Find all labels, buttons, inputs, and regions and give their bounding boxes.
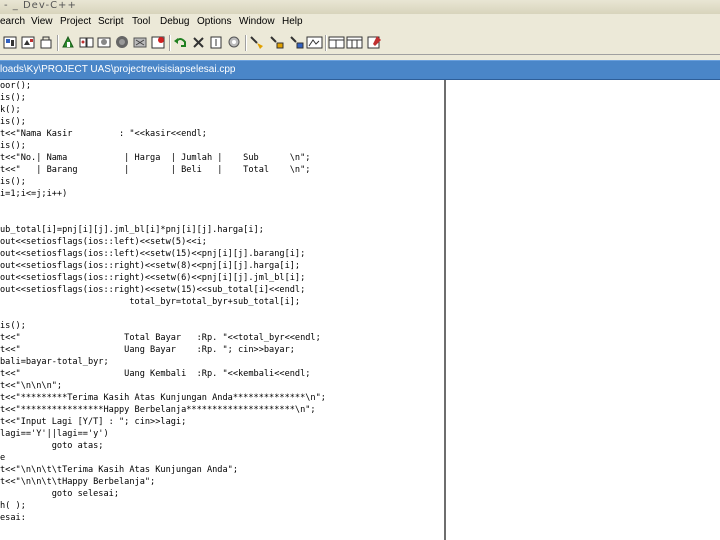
menu-search[interactable]: earch bbox=[0, 16, 25, 27]
code-line[interactable]: e bbox=[0, 452, 5, 464]
code-line[interactable]: t<<"Input Lagi [Y/T] : "; cin>>lagi; bbox=[0, 416, 186, 428]
code-line[interactable]: t<<"Nama Kasir : "<<kasir<<endl; bbox=[0, 128, 207, 140]
code-line[interactable]: t<<"*********Terima Kasih Atas Kunjungan… bbox=[0, 392, 326, 404]
menu-options[interactable]: Options bbox=[197, 16, 231, 27]
toggle-breakpoint-icon[interactable] bbox=[150, 34, 167, 51]
code-line[interactable]: ub_total[i]=pnj[i][j].jml_bl[i]*pnj[i][j… bbox=[0, 224, 264, 236]
menu-tool[interactable]: Tool bbox=[132, 16, 150, 27]
window-icon[interactable] bbox=[306, 34, 323, 51]
debug-icon[interactable] bbox=[96, 34, 113, 51]
code-editor[interactable]: oor(); is(); k(); is(); t<<"Nama Kasir : "<<… bbox=[0, 80, 444, 540]
rebuild-icon[interactable] bbox=[78, 34, 95, 51]
code-line[interactable]: is(); bbox=[0, 140, 26, 152]
code-line[interactable]: t<<" Total Bayar :Rp. "<<total_byr<<endl… bbox=[0, 332, 321, 344]
toolbar bbox=[0, 32, 720, 55]
code-line[interactable]: out<<setiosflags(ios::right)<<setw(6)<<p… bbox=[0, 272, 305, 284]
code-line[interactable]: is(); bbox=[0, 320, 26, 332]
split-view-icon[interactable] bbox=[346, 34, 363, 51]
file-path-bar: loads\Ky\PROJECT UAS\projectrevisisiapse… bbox=[0, 60, 720, 80]
code-line[interactable]: total_byr=total_byr+sub_total[i]; bbox=[0, 296, 300, 308]
step-icon[interactable] bbox=[248, 34, 265, 51]
code-line[interactable]: t<<"\n\n\t\tTerima Kasih Atas Kunjungan … bbox=[0, 464, 238, 476]
code-line[interactable]: t<<" Uang Kembali :Rp. "<<kembali<<endl; bbox=[0, 368, 310, 380]
code-line[interactable]: out<<setiosflags(ios::right)<<setw(8)<<p… bbox=[0, 260, 300, 272]
file-path: loads\Ky\PROJECT UAS\projectrevisisiapse… bbox=[0, 64, 236, 75]
stop-icon[interactable] bbox=[132, 34, 149, 51]
title-bar: - _ Dev-C++ bbox=[0, 0, 720, 14]
help-icon[interactable] bbox=[366, 34, 383, 51]
code-line[interactable]: bali=bayar-total_byr; bbox=[0, 356, 109, 368]
step-over-icon[interactable] bbox=[268, 34, 285, 51]
settings-icon[interactable] bbox=[226, 34, 243, 51]
menu-project[interactable]: Project bbox=[60, 16, 91, 27]
code-line[interactable]: i=1;i<=j;i++) bbox=[0, 188, 67, 200]
run-icon[interactable] bbox=[38, 34, 55, 51]
code-line[interactable]: oor(); bbox=[0, 80, 31, 92]
delete-icon[interactable] bbox=[190, 34, 207, 51]
code-line[interactable]: out<<setiosflags(ios::left)<<setw(15)<<p… bbox=[0, 248, 305, 260]
menu-script[interactable]: Script bbox=[98, 16, 124, 27]
menu-help[interactable]: Help bbox=[282, 16, 303, 27]
right-pane bbox=[446, 80, 720, 540]
code-line[interactable]: lagi=='Y'||lagi=='y') bbox=[0, 428, 109, 440]
code-line[interactable]: out<<setiosflags(ios::right)<<setw(15)<<… bbox=[0, 284, 305, 296]
menu-view[interactable]: View bbox=[31, 16, 53, 27]
code-line[interactable]: k(); bbox=[0, 104, 21, 116]
code-line[interactable]: esai: bbox=[0, 512, 26, 524]
undo-icon[interactable] bbox=[172, 34, 189, 51]
code-line[interactable]: goto atas; bbox=[0, 440, 104, 452]
code-line[interactable]: t<<"****************Happy Berbelanja****… bbox=[0, 404, 316, 416]
code-line[interactable]: t<<"\n\n\n"; bbox=[0, 380, 62, 392]
window-title: - _ Dev-C++ bbox=[4, 0, 77, 11]
compile-run-icon[interactable] bbox=[60, 34, 77, 51]
code-line[interactable]: t<<" Uang Bayar :Rp. "; cin>>bayar; bbox=[0, 344, 295, 356]
code-line[interactable]: h( ); bbox=[0, 500, 26, 512]
step-into-icon[interactable] bbox=[288, 34, 305, 51]
menu-bar: earch View Project Script Tool Debug Opt… bbox=[0, 14, 720, 33]
code-line[interactable]: is(); bbox=[0, 116, 26, 128]
insert-icon[interactable] bbox=[208, 34, 225, 51]
add-watch-icon[interactable] bbox=[114, 34, 131, 51]
compile-icon[interactable] bbox=[20, 34, 37, 51]
code-line[interactable]: is(); bbox=[0, 176, 26, 188]
code-line[interactable]: is(); bbox=[0, 92, 26, 104]
code-line[interactable]: goto selesai; bbox=[0, 488, 119, 500]
code-line[interactable]: t<<"\n\n\t\tHappy Berbelanja"; bbox=[0, 476, 155, 488]
code-line[interactable]: t<<"No.| Nama | Harga | Jumlah | Sub \n"… bbox=[0, 152, 310, 164]
menu-debug[interactable]: Debug bbox=[160, 16, 189, 27]
new-source-icon[interactable] bbox=[2, 34, 19, 51]
code-line[interactable]: t<<" | Barang | | Beli | Total \n"; bbox=[0, 164, 310, 176]
code-line[interactable]: out<<setiosflags(ios::left)<<setw(5)<<i; bbox=[0, 236, 207, 248]
class-browser-icon[interactable] bbox=[328, 34, 345, 51]
menu-window[interactable]: Window bbox=[239, 16, 275, 27]
